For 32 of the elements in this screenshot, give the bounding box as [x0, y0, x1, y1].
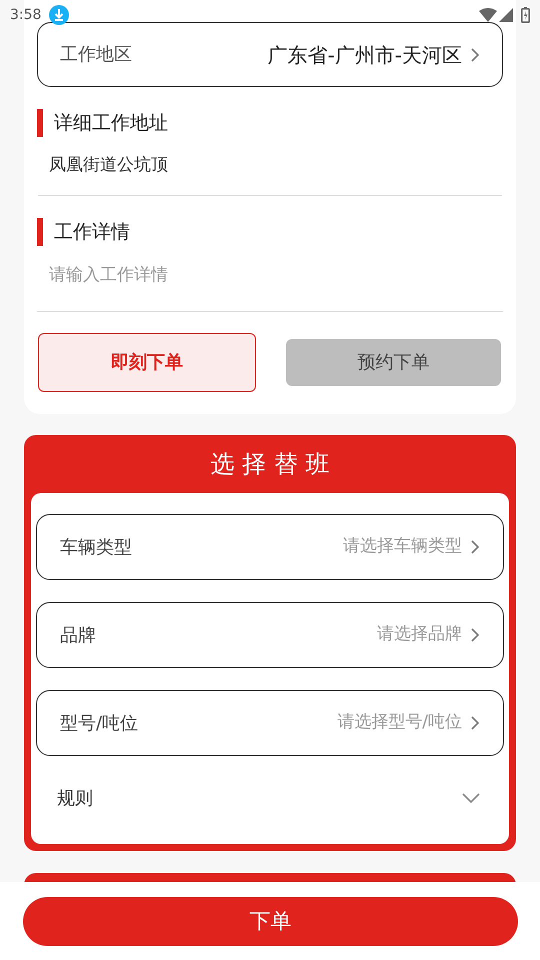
wifi-icon [479, 8, 497, 22]
chevron-right-icon [470, 627, 480, 643]
field-label: 型号/吨位 [60, 712, 138, 736]
order-mode-button[interactable]: 预约下单 [286, 339, 501, 386]
submit-button[interactable]: 下单 [23, 897, 518, 946]
order-mode-button[interactable]: 即刻下单 [38, 333, 256, 392]
field-placeholder: 请选择车辆类型 [343, 535, 462, 558]
field-placeholder: 请选择型号/吨位 [337, 711, 462, 734]
work-region-field[interactable]: 工作地区 广东省-广州市-天河区 [37, 22, 503, 87]
section-marker [37, 218, 43, 246]
selector-field[interactable]: 型号/吨位 请选择型号/吨位 [36, 690, 504, 756]
section-title: 详细工作地址 [54, 111, 168, 136]
battery-icon [521, 7, 530, 23]
rules-row[interactable]: 规则 [36, 770, 504, 844]
address-value: 凤凰街道公坑顶 [49, 154, 168, 178]
section-title: 工作详情 [54, 220, 130, 244]
chevron-right-icon [470, 539, 480, 555]
rules-label: 规则 [57, 786, 93, 810]
chevron-right-icon [470, 46, 480, 62]
section-marker [37, 109, 43, 138]
signal-icon [499, 8, 513, 22]
field-placeholder: 请选择品牌 [377, 623, 462, 646]
panel-title: 选 择 替 班 [210, 449, 330, 480]
region-value: 广东省-广州市-天河区 [268, 42, 462, 68]
field-label: 车辆类型 [60, 536, 132, 560]
field-label: 工作地区 [60, 43, 132, 67]
field-label: 品牌 [60, 624, 96, 648]
status-time: 3:58 [10, 6, 42, 24]
selector-field[interactable]: 车辆类型 请选择车辆类型 [36, 514, 504, 580]
chevron-right-icon [470, 715, 480, 731]
selector-field[interactable]: 品牌 请选择品牌 [36, 602, 504, 668]
details-input[interactable]: 请输入工作详情 [37, 246, 503, 312]
